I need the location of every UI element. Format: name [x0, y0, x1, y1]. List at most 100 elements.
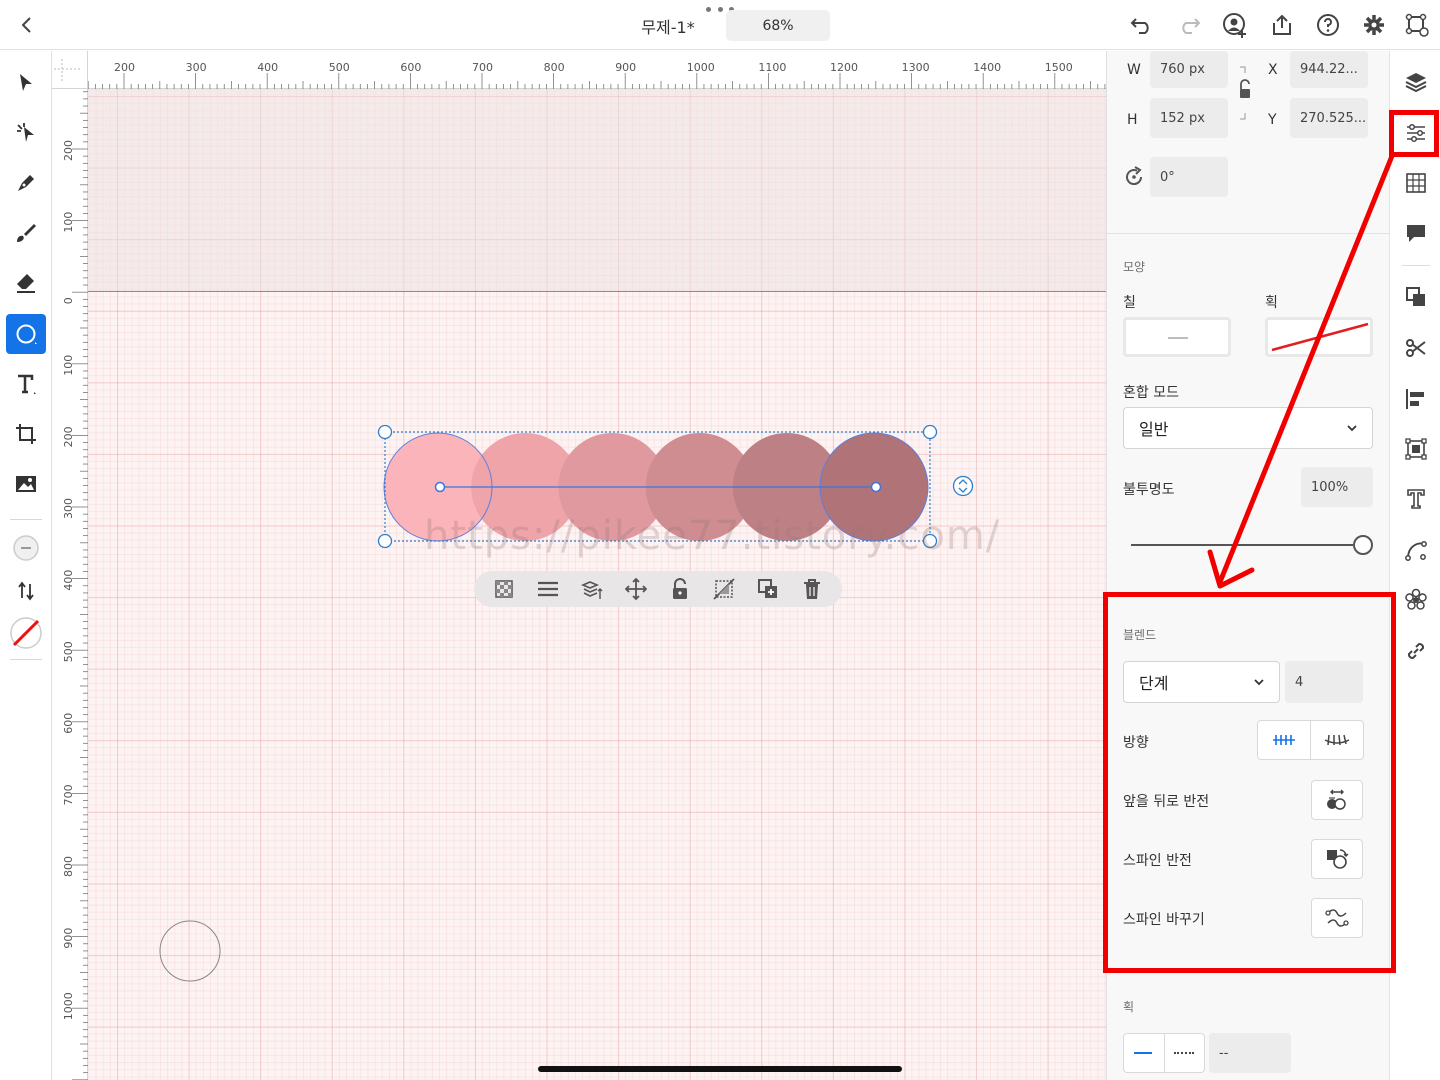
ellipse-object[interactable]	[158, 919, 222, 983]
blend-mode-label: 혼합 모드	[1123, 385, 1179, 401]
constrain-proportions-icon[interactable]	[1235, 63, 1255, 127]
ruler-label: 1200	[830, 61, 858, 74]
move-icon[interactable]	[624, 577, 648, 601]
blend-mode-value: 일반	[1139, 420, 1169, 439]
eraser-icon[interactable]	[6, 263, 46, 303]
ruler-label: 1500	[1045, 61, 1073, 74]
annotation-highlight-blend-section	[1103, 592, 1396, 973]
image-icon[interactable]	[6, 464, 46, 504]
ruler-label: 400	[257, 61, 278, 74]
width-label: W	[1127, 62, 1141, 78]
left-toolbar	[0, 51, 52, 1080]
zoom-level[interactable]: 68%	[726, 10, 830, 41]
redo-icon[interactable]	[1174, 10, 1204, 40]
invite-user-icon[interactable]	[1220, 10, 1250, 40]
ruler-label: 700	[62, 784, 75, 805]
ruler-label: 200	[62, 140, 75, 161]
ruler-label: 300	[186, 61, 207, 74]
path-icon[interactable]	[1402, 536, 1430, 564]
pathfinder-icon[interactable]	[1402, 283, 1430, 311]
opacity-label: 불투명도	[1123, 482, 1175, 498]
horizontal-ruler: 200 300 400 500 600 700 800 900 1000 1100 1200 1300…	[88, 51, 1106, 89]
ruler-label: 1300	[902, 61, 930, 74]
comments-icon[interactable]	[1402, 219, 1430, 247]
fill-swatch-icon[interactable]	[6, 528, 46, 568]
resize-handle[interactable]	[377, 533, 393, 549]
artboard-icon[interactable]	[1402, 10, 1432, 40]
vertical-ruler: 200 100 0 100 200 300 400 500 600 700 800 900 1000	[52, 89, 88, 1080]
ruler-label: 800	[62, 856, 75, 877]
ruler-label: 500	[329, 61, 350, 74]
ruler-label: 300	[62, 498, 75, 519]
height-label: H	[1127, 112, 1138, 128]
shape-ellipse-icon[interactable]	[6, 314, 46, 354]
ruler-label: 100	[62, 355, 75, 376]
direct-select-icon[interactable]	[6, 113, 46, 153]
document-title[interactable]: 무제-1*	[610, 14, 726, 38]
ruler-label: 900	[62, 928, 75, 949]
ruler-label: 1400	[973, 61, 1001, 74]
scissors-icon[interactable]	[1402, 334, 1430, 362]
spine-anchor-start[interactable]	[434, 481, 446, 493]
dashed-stroke-icon[interactable]	[1174, 1052, 1194, 1054]
x-field[interactable]: 944.22...	[1290, 51, 1368, 88]
solid-stroke-icon[interactable]	[1134, 1052, 1152, 1054]
watermark-text: https://pikee77.tistory.com/	[424, 513, 1001, 559]
undo-icon[interactable]	[1127, 10, 1157, 40]
align-menu-icon[interactable]	[536, 577, 560, 601]
fill-label: 칠	[1123, 295, 1136, 311]
home-indicator	[538, 1066, 902, 1072]
align-icon[interactable]	[1402, 385, 1430, 413]
pen-icon[interactable]	[6, 163, 46, 203]
ruler-label: 500	[62, 641, 75, 662]
lock-icon[interactable]	[668, 577, 692, 601]
crop-transform-icon[interactable]	[6, 414, 46, 454]
delete-icon[interactable]	[800, 577, 824, 601]
transform-icon[interactable]	[1402, 435, 1430, 463]
pasteboard-region	[88, 89, 1106, 292]
canvas-area[interactable]: 200 300 400 500 600 700 800 900 1000 1100 1200 1300…	[52, 51, 1106, 1080]
stroke-heading: 획	[1123, 1000, 1135, 1014]
layers-icon[interactable]	[1402, 68, 1430, 96]
swap-icon[interactable]	[6, 571, 46, 611]
ruler-label: 600	[400, 61, 421, 74]
stroke-type-toggle	[1123, 1033, 1205, 1073]
recolor-icon[interactable]	[1402, 586, 1430, 614]
type-icon[interactable]	[1402, 485, 1430, 513]
duplicate-icon[interactable]	[756, 577, 780, 601]
chevron-left-icon[interactable]	[12, 10, 42, 40]
stroke-dash-field[interactable]: --	[1209, 1033, 1291, 1073]
stroke-none-icon[interactable]	[6, 613, 46, 653]
height-field[interactable]: 152 px	[1150, 98, 1228, 138]
help-icon[interactable]	[1313, 10, 1343, 40]
ruler-label: 200	[62, 426, 75, 447]
link-icon[interactable]	[1402, 637, 1430, 665]
ruler-label: 1000	[62, 992, 75, 1020]
settings-icon[interactable]	[1359, 10, 1389, 40]
ruler-corner[interactable]	[52, 51, 88, 89]
y-field[interactable]: 270.525...	[1290, 98, 1368, 138]
ruler-label: 1000	[687, 61, 715, 74]
annotation-arrow	[1207, 153, 1395, 589]
ruler-label: 700	[472, 61, 493, 74]
width-field[interactable]: 760 px	[1150, 51, 1228, 88]
brush-icon[interactable]	[6, 213, 46, 253]
resize-handle[interactable]	[377, 424, 393, 440]
arrange-icon[interactable]	[580, 577, 604, 601]
transparency-icon[interactable]	[492, 577, 516, 601]
appearance-heading: 모양	[1123, 260, 1146, 274]
resize-handle[interactable]	[922, 424, 938, 440]
share-icon[interactable]	[1267, 10, 1297, 40]
top-bar: 무제-1* 68%	[0, 0, 1440, 50]
spine-anchor-end[interactable]	[870, 481, 882, 493]
grid-icon[interactable]	[1402, 169, 1430, 197]
ruler-label: 0	[62, 297, 75, 304]
ruler-label: 400	[62, 570, 75, 591]
ruler-label: 900	[615, 61, 636, 74]
flip-icon[interactable]	[712, 577, 736, 601]
select-icon[interactable]	[6, 63, 46, 103]
contextual-toolbar	[474, 571, 842, 607]
ruler-label: 800	[544, 61, 565, 74]
rotate-handle-icon[interactable]	[952, 475, 974, 497]
text-icon[interactable]	[6, 364, 46, 404]
